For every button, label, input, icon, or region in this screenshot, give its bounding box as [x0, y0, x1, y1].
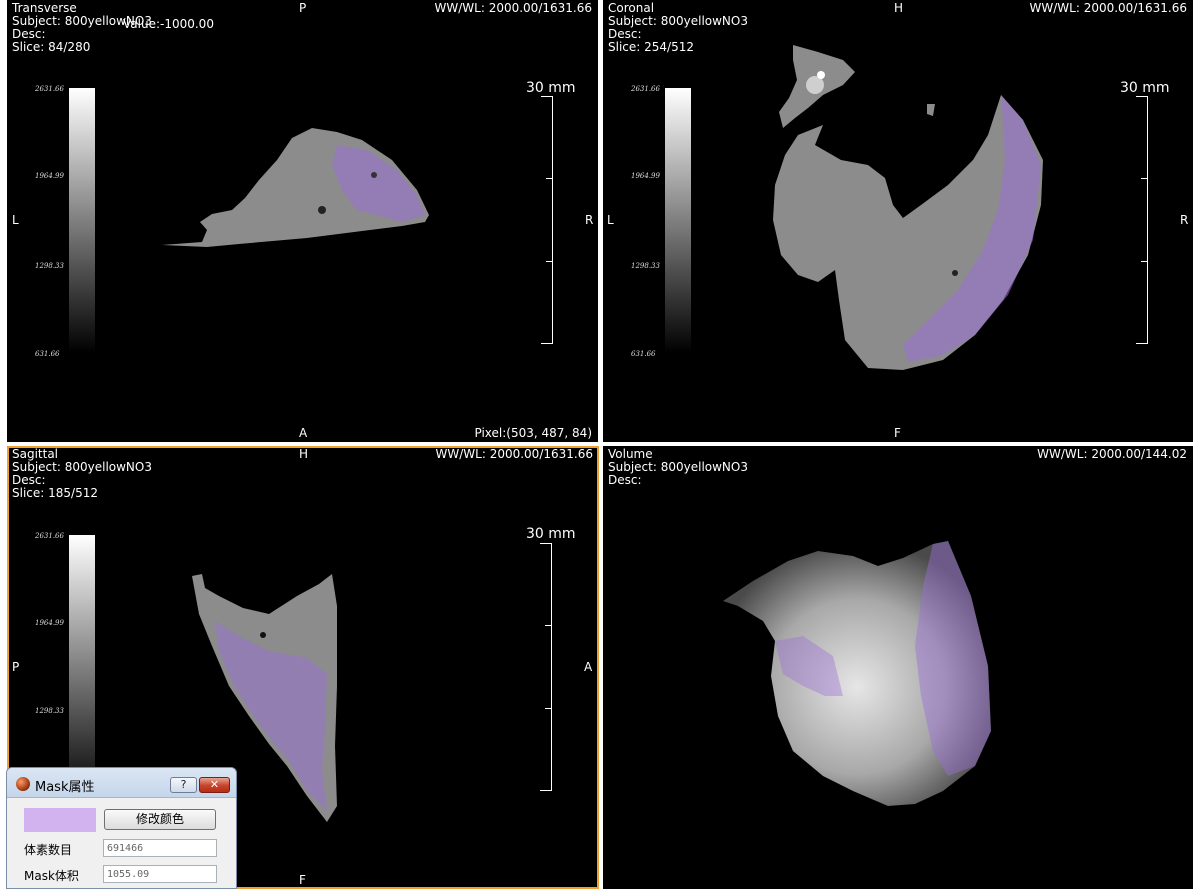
colorbar-tick: 631.66 — [631, 350, 656, 358]
wwwl-readout: WW/WL: 2000.00/144.02 — [1037, 447, 1187, 461]
voxel-count-label: 体素数目 — [24, 843, 73, 857]
slice-label: Slice: 185/512 — [12, 486, 98, 500]
mask-volume-label: Mask体积 — [24, 869, 79, 883]
slice-label: Slice: 84/280 — [12, 40, 91, 54]
colorbar: 2631.66 1964.99 1298.33 631.66 — [603, 85, 698, 358]
voxel-count-field[interactable]: 691466 — [103, 839, 217, 857]
wwwl-readout: WW/WL: 2000.00/1631.66 — [435, 447, 593, 461]
viewport-coronal[interactable]: Coronal Subject: 800yellowNO3 Desc: Slic… — [603, 0, 1193, 442]
colorbar-tick: 1298.33 — [631, 262, 660, 270]
value-readout: Value:-1000.00 — [123, 17, 214, 31]
colorbar-tick: 1964.99 — [631, 172, 660, 180]
scale-bar — [532, 543, 552, 791]
scale-bar — [533, 96, 553, 344]
orientation-top: H — [299, 447, 309, 461]
dialog-titlebar[interactable]: Mask属性 ? ✕ — [7, 768, 236, 798]
orientation-top: P — [299, 1, 307, 15]
pixel-readout: Pixel:(503, 487, 84) — [474, 426, 593, 440]
wwwl-readout: WW/WL: 2000.00/1631.66 — [1029, 1, 1187, 15]
colorbar-tick: 1298.33 — [35, 262, 64, 270]
colorbar-tick: 631.66 — [35, 350, 60, 358]
orientation-right: R — [585, 213, 594, 227]
viewport-info: Sagittal Subject: 800yellowNO3 Desc: Sli… — [12, 448, 152, 500]
app-orb-icon — [16, 777, 30, 791]
orientation-bottom: F — [299, 873, 306, 887]
change-color-button[interactable]: 修改颜色 — [104, 809, 216, 830]
slice-label: Slice: 254/512 — [608, 40, 694, 54]
scale-label: 30 mm — [1120, 80, 1170, 96]
orientation-bottom: F — [894, 426, 901, 440]
scale-label: 30 mm — [526, 526, 576, 542]
orientation-right: A — [584, 659, 593, 674]
colorbar-tick: 1298.33 — [35, 707, 64, 715]
colorbar-tick: 1964.99 — [35, 619, 64, 627]
colorbar-tick: 2631.66 — [35, 85, 64, 93]
desc-label: Desc: — [608, 473, 642, 487]
mask-color-swatch[interactable] — [24, 808, 96, 832]
scale-label: 30 mm — [526, 80, 576, 96]
close-button[interactable]: ✕ — [199, 777, 230, 793]
viewport-volume[interactable]: Volume Subject: 800yellowNO3 Desc: WW/WL… — [603, 446, 1193, 889]
viewport-info: Coronal Subject: 800yellowNO3 Desc: Slic… — [608, 2, 748, 54]
colorbar-tick: 1964.99 — [35, 172, 64, 180]
scale-bar — [1128, 96, 1148, 344]
volume-render-image — [723, 541, 991, 806]
colorbar-gradient — [69, 88, 95, 353]
mask-volume-field[interactable]: 1055.09 — [103, 865, 217, 883]
help-button[interactable]: ? — [170, 777, 197, 793]
colorbar-tick: 2631.66 — [35, 532, 64, 540]
colorbar-gradient — [69, 535, 95, 800]
orientation-right: R — [1180, 213, 1189, 227]
dialog-title: Mask属性 — [35, 780, 95, 795]
viewport-transverse[interactable]: Transverse Subject: 800yellowNO3 Desc: S… — [7, 0, 598, 442]
orientation-bottom: A — [299, 426, 308, 440]
colorbar: 2631.66 1964.99 1298.33 631.66 — [7, 85, 102, 358]
mask-properties-dialog[interactable]: Mask属性 ? ✕ 修改颜色 体素数目 691466 Mask体积 1055.… — [6, 767, 237, 889]
viewport-info: Volume Subject: 800yellowNO3 Desc: — [608, 448, 748, 487]
colorbar: 2631.66 1964.99 1298.33 — [7, 532, 102, 805]
orientation-top: H — [894, 1, 904, 15]
wwwl-readout: WW/WL: 2000.00/1631.66 — [434, 1, 592, 15]
colorbar-gradient — [665, 88, 691, 353]
colorbar-tick: 2631.66 — [631, 85, 660, 93]
